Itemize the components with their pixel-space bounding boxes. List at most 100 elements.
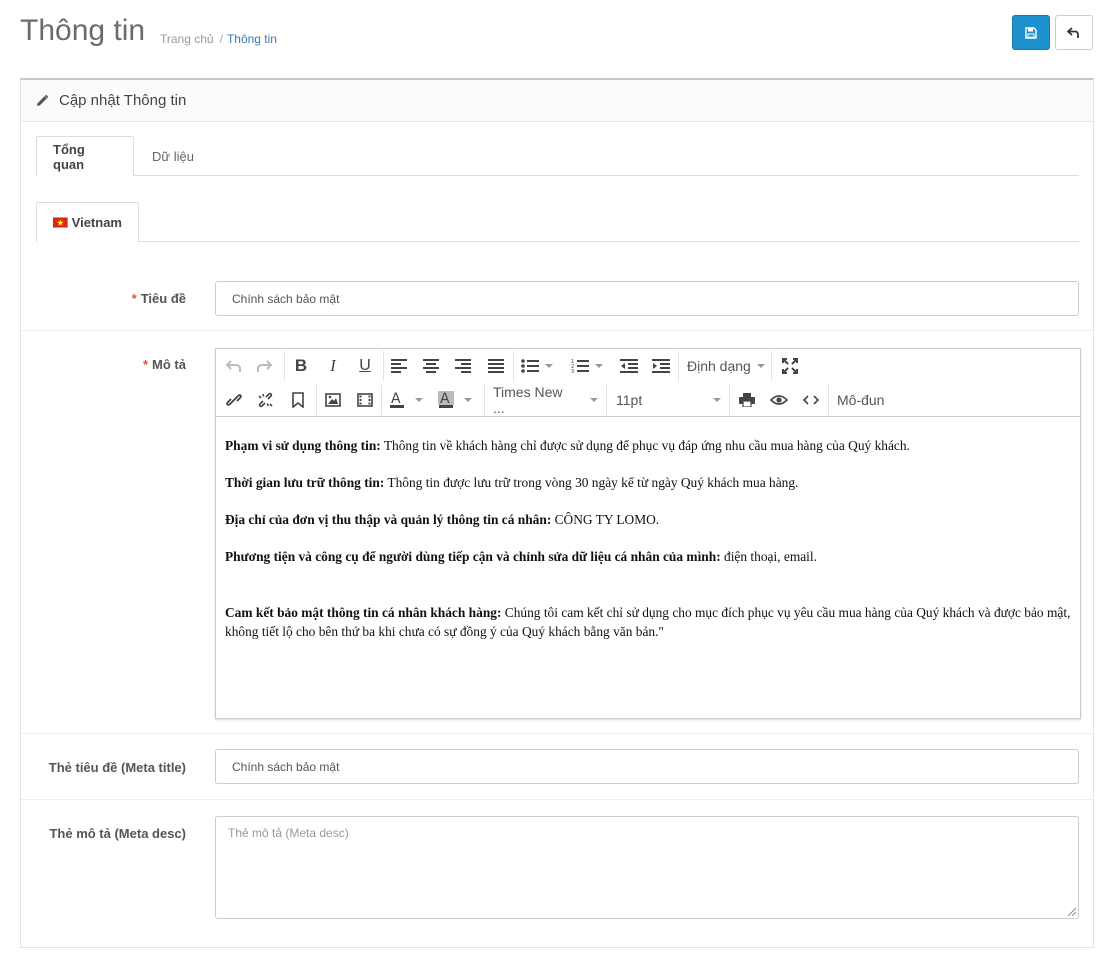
- fullscreen-icon: [782, 358, 798, 374]
- format-dropdown[interactable]: Định dạng: [687, 353, 765, 379]
- content-paragraph: Phạm vi sử dụng thông tin: Thông tin về …: [225, 438, 910, 453]
- numbered-list-button[interactable]: 123: [571, 353, 611, 379]
- background-color-button[interactable]: A: [438, 387, 478, 413]
- save-icon: [1025, 26, 1037, 39]
- align-justify-button[interactable]: [486, 353, 506, 379]
- chevron-down-icon: [464, 398, 472, 402]
- align-center-button[interactable]: [421, 353, 441, 379]
- page-title: Thông tin: [20, 14, 146, 47]
- resize-handle-icon[interactable]: [1068, 908, 1076, 916]
- chevron-down-icon: [756, 364, 765, 368]
- back-icon: [1067, 26, 1079, 38]
- media-button[interactable]: [354, 387, 376, 413]
- tab-language-vietnam[interactable]: Vietnam: [36, 202, 139, 243]
- text-color-button[interactable]: A: [389, 387, 429, 413]
- bold-icon: B: [294, 356, 308, 375]
- video-icon: [357, 393, 373, 407]
- meta-title-input[interactable]: Chính sách bảo mật: [215, 749, 1079, 784]
- preview-button[interactable]: [768, 387, 790, 413]
- main-tabs: Tổng quan Dữ liệu: [36, 136, 1079, 177]
- svg-text:A: A: [440, 391, 450, 407]
- pencil-icon: [37, 94, 49, 106]
- content-paragraph: Địa chỉ của đơn vị thu thập và quản lý t…: [225, 512, 660, 527]
- content-paragraph: Thời gian lưu trữ thông tin: Thông tin đ…: [225, 475, 799, 490]
- redo-icon: [257, 360, 272, 372]
- indent-button[interactable]: [651, 353, 671, 379]
- chevron-down-icon: [590, 398, 598, 402]
- title-label: * Tiêu đề: [131, 291, 186, 306]
- font-family-label: Times New ...: [493, 384, 563, 416]
- bullet-list-button[interactable]: [521, 353, 561, 379]
- title-input[interactable]: Chính sách bảo mật: [215, 281, 1079, 316]
- bullet-list-icon: [521, 359, 539, 373]
- image-button[interactable]: [322, 387, 344, 413]
- rich-text-editor[interactable]: B I U 1 2 3 Định dạng A A Times New ... …: [215, 348, 1081, 719]
- editor-content[interactable]: Phạm vi sử dụng thông tin: Thông tin về …: [216, 418, 1080, 659]
- eye-icon: [770, 395, 788, 405]
- align-justify-icon: [488, 359, 504, 373]
- undo-icon: [226, 360, 241, 372]
- bookmark-icon: [292, 392, 304, 408]
- italic-icon: I: [330, 356, 336, 375]
- back-button[interactable]: [1055, 15, 1093, 50]
- print-button[interactable]: [736, 387, 758, 413]
- align-left-icon: [391, 359, 407, 373]
- align-left-button[interactable]: [389, 353, 409, 379]
- language-label: Vietnam: [71, 215, 122, 230]
- panel-heading: Cập nhật Thông tin: [21, 80, 1093, 122]
- align-right-icon: [455, 359, 471, 373]
- font-family-dropdown[interactable]: Times New ...: [493, 384, 598, 416]
- description-label: * Mô tả: [142, 357, 186, 372]
- svg-text:3: 3: [571, 369, 574, 374]
- breadcrumb: Trang chủ / Thông tin: [160, 32, 277, 46]
- breadcrumb-home-link[interactable]: Trang chủ: [160, 32, 214, 46]
- fullscreen-button[interactable]: [780, 353, 800, 379]
- text-color-icon: A: [390, 391, 404, 408]
- code-icon: [803, 395, 819, 405]
- chevron-down-icon: [415, 398, 423, 402]
- numbered-list-icon: 123: [571, 359, 589, 374]
- meta-desc-label: Thẻ mô tả (Meta desc): [49, 826, 186, 841]
- content-paragraph: Cam kết bảo mật thông tin cá nhân khách …: [225, 605, 1071, 639]
- unlink-button[interactable]: [255, 387, 275, 413]
- undo-button[interactable]: [224, 353, 244, 379]
- bold-button[interactable]: B: [291, 353, 311, 379]
- language-tabs: Vietnam: [36, 202, 1079, 243]
- editor-toolbar: B I U 1 2 3 Định dạng A A Times New ... …: [216, 349, 1080, 417]
- underline-button[interactable]: U: [355, 353, 375, 379]
- breadcrumb-current[interactable]: Thông tin: [227, 32, 277, 46]
- tab-data[interactable]: Dữ liệu: [136, 136, 210, 177]
- font-size-dropdown[interactable]: 11pt: [616, 387, 721, 413]
- font-size-label: 11pt: [616, 392, 643, 408]
- align-right-button[interactable]: [453, 353, 473, 379]
- panel-title: Cập nhật Thông tin: [59, 92, 187, 109]
- link-button[interactable]: [224, 387, 244, 413]
- unlink-icon: [257, 392, 273, 408]
- tab-overview[interactable]: Tổng quan: [36, 136, 134, 177]
- underline-icon: U: [359, 357, 371, 374]
- chevron-down-icon: [595, 364, 603, 368]
- meta-desc-textarea[interactable]: Thẻ mô tả (Meta desc): [215, 816, 1079, 919]
- image-icon: [325, 393, 341, 407]
- link-icon: [226, 394, 242, 406]
- indent-icon: [652, 359, 670, 373]
- vietnam-flag-icon: [53, 217, 68, 228]
- content-paragraph: Phương tiện và công cụ để người dùng tiế…: [225, 549, 817, 564]
- italic-button[interactable]: I: [323, 353, 343, 379]
- meta-title-label: Thẻ tiêu đề (Meta title): [48, 760, 186, 775]
- print-icon: [739, 393, 755, 407]
- module-label: Mô-đun: [837, 392, 885, 408]
- chevron-down-icon: [713, 398, 721, 402]
- redo-button[interactable]: [254, 353, 274, 379]
- save-button[interactable]: [1012, 15, 1050, 50]
- update-panel: Cập nhật Thông tin Tổng quan Dữ liệu Vie…: [20, 78, 1094, 948]
- outdent-button[interactable]: [619, 353, 639, 379]
- code-view-button[interactable]: [800, 387, 822, 413]
- meta-desc-placeholder: Thẻ mô tả (Meta desc): [228, 826, 349, 840]
- module-button[interactable]: Mô-đun: [837, 387, 884, 413]
- chevron-down-icon: [545, 364, 553, 368]
- outdent-icon: [620, 359, 638, 373]
- format-label: Định dạng: [687, 358, 751, 374]
- bookmark-button[interactable]: [288, 387, 308, 413]
- align-center-icon: [423, 359, 439, 373]
